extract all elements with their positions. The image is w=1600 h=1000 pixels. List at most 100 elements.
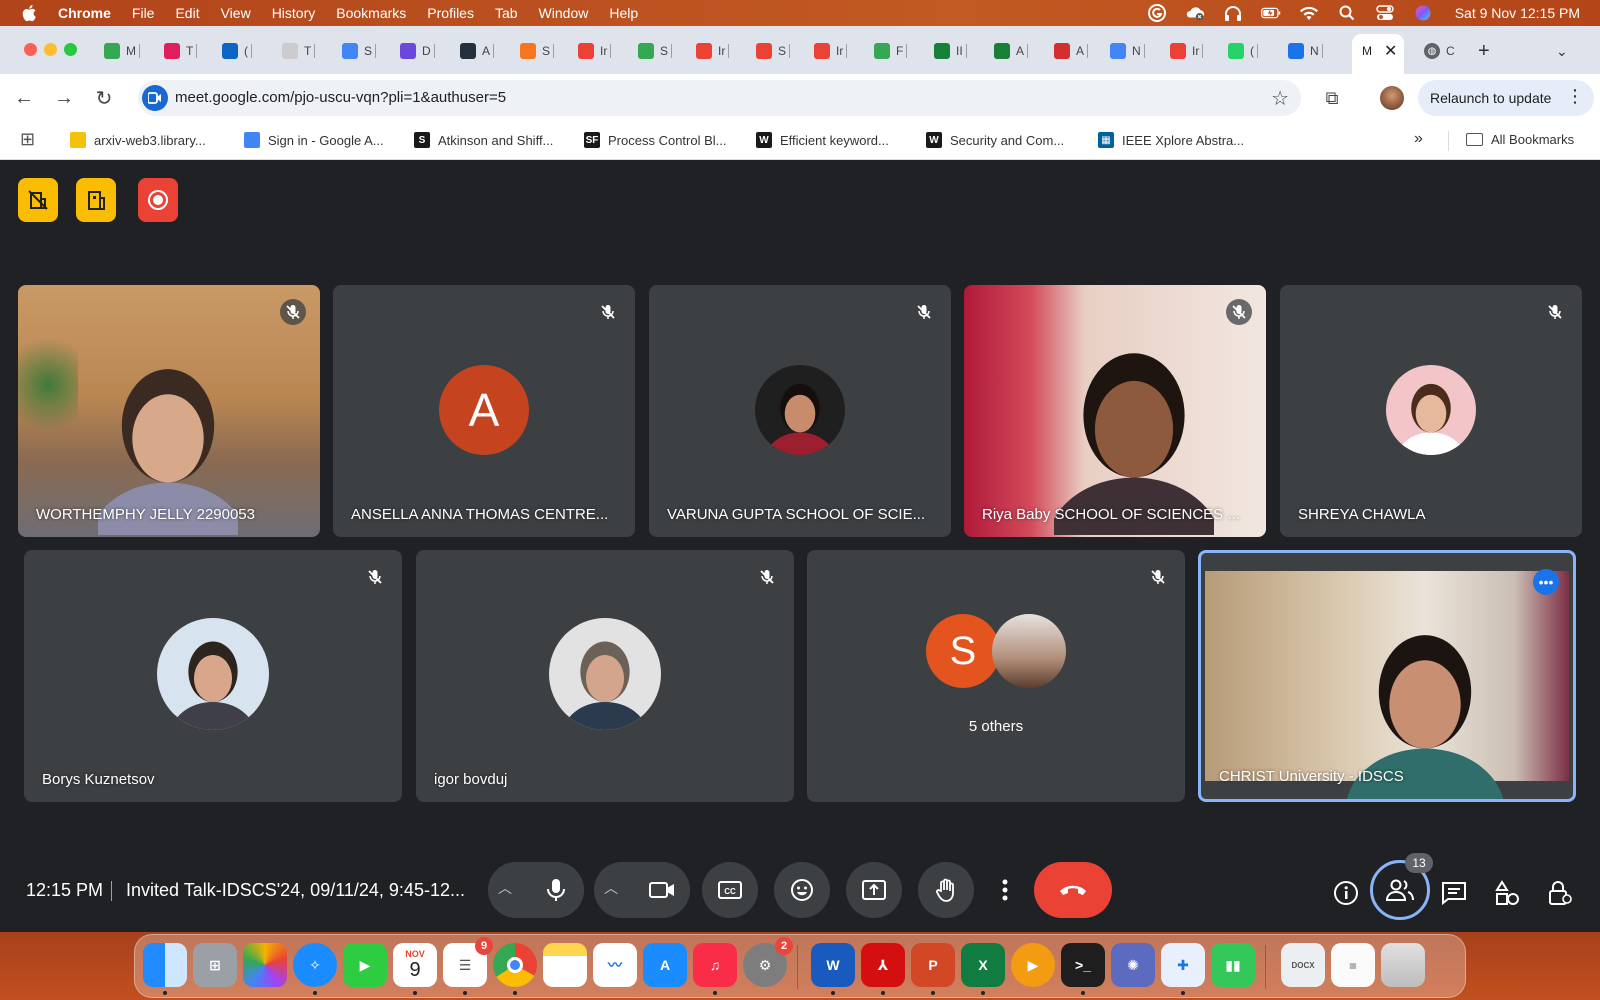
reactions-button[interactable] bbox=[774, 862, 830, 918]
bookmark-star-icon[interactable]: ☆ bbox=[1271, 86, 1289, 111]
camera-button[interactable] bbox=[634, 862, 690, 918]
raise-hand-button[interactable] bbox=[918, 862, 974, 918]
app-store-icon[interactable]: A bbox=[643, 943, 687, 987]
facetime-icon[interactable]: ▶ bbox=[343, 943, 387, 987]
bookmark-item[interactable]: SF Process Control Bl... bbox=[584, 132, 727, 148]
freeform-icon[interactable]: 〰 bbox=[593, 943, 637, 987]
system-settings-icon[interactable]: ⚙ 2 bbox=[743, 937, 793, 987]
tab-19[interactable]: ( bbox=[1228, 36, 1258, 66]
powerpoint-icon[interactable]: P bbox=[911, 943, 955, 987]
terminal-icon[interactable]: >_ bbox=[1061, 943, 1105, 987]
menu-tab[interactable]: Tab bbox=[495, 5, 518, 21]
vlc-player-icon[interactable]: ▶ bbox=[1011, 943, 1055, 987]
tab-9[interactable]: S bbox=[638, 36, 673, 66]
bookmarks-overflow-icon[interactable]: » bbox=[1414, 130, 1423, 148]
tab-18[interactable]: Ir bbox=[1170, 36, 1204, 66]
wifi-icon[interactable] bbox=[1299, 5, 1319, 21]
menu-help[interactable]: Help bbox=[609, 5, 638, 21]
menu-bookmarks[interactable]: Bookmarks bbox=[336, 5, 406, 21]
tab-20[interactable]: N bbox=[1288, 36, 1323, 66]
acrobat-icon[interactable]: ⅄ bbox=[861, 943, 905, 987]
more-options-icon[interactable] bbox=[990, 862, 1020, 918]
finder-icon[interactable] bbox=[143, 943, 187, 987]
captions-button[interactable]: CC bbox=[702, 862, 758, 918]
tab-1[interactable]: T bbox=[164, 36, 198, 66]
tab-6[interactable]: A bbox=[460, 36, 495, 66]
numbers-icon[interactable]: ▮▮ bbox=[1211, 943, 1255, 987]
bookmark-item[interactable]: S Atkinson and Shiff... bbox=[414, 132, 553, 148]
bookmark-item[interactable]: Sign in - Google A... bbox=[244, 132, 384, 148]
safari-icon[interactable]: ✧ bbox=[293, 943, 337, 987]
apple-icon[interactable] bbox=[20, 3, 40, 23]
menu-window[interactable]: Window bbox=[539, 5, 589, 21]
host-controls-lock-icon[interactable] bbox=[1545, 878, 1575, 908]
chrome-icon[interactable] bbox=[493, 943, 537, 987]
participant-tile[interactable]: igor bovduj bbox=[416, 550, 794, 802]
recording-indicator-icon[interactable] bbox=[138, 178, 178, 222]
tab-15[interactable]: A bbox=[994, 36, 1029, 66]
tab-10[interactable]: Ir bbox=[696, 36, 730, 66]
mic-options-chevron-icon[interactable]: ︿ bbox=[498, 878, 512, 898]
photos-icon[interactable] bbox=[243, 943, 287, 987]
trash-icon[interactable] bbox=[1381, 943, 1425, 987]
apps-grid-icon[interactable]: ⊞ bbox=[20, 129, 35, 150]
participant-tile[interactable]: SHREYA CHAWLA bbox=[1280, 285, 1582, 537]
menubar-clock[interactable]: Sat 9 Nov 12:15 PM bbox=[1455, 5, 1580, 21]
docx-file-icon[interactable]: DOCX bbox=[1281, 943, 1325, 987]
grammarly-icon[interactable] bbox=[1147, 4, 1167, 22]
tab-11[interactable]: S bbox=[756, 36, 791, 66]
reminders-icon[interactable]: ☰ 9 bbox=[443, 937, 493, 987]
menu-file[interactable]: File bbox=[132, 5, 155, 21]
notes-icon[interactable] bbox=[543, 943, 587, 987]
tab-search-chevron-icon[interactable]: ⌄ bbox=[1556, 36, 1568, 66]
music-icon[interactable]: ♫ bbox=[693, 943, 737, 987]
profile-avatar[interactable] bbox=[1380, 86, 1404, 110]
meeting-title[interactable]: Invited Talk-IDSCS'24, 09/11/24, 9:45-12… bbox=[126, 880, 465, 901]
chat-icon[interactable] bbox=[1439, 878, 1469, 908]
excel-icon[interactable]: X bbox=[961, 943, 1005, 987]
window-close-button[interactable] bbox=[24, 43, 37, 56]
all-bookmarks-button[interactable]: All Bookmarks bbox=[1466, 132, 1574, 147]
bookmark-item[interactable]: ▦ IEEE Xplore Abstra... bbox=[1098, 132, 1244, 148]
bookmark-item[interactable]: W Efficient keyword... bbox=[756, 132, 889, 148]
relaunch-to-update-button[interactable]: Relaunch to update ⋮ bbox=[1418, 80, 1594, 116]
camera-options-chevron-icon[interactable]: ︿ bbox=[604, 878, 618, 898]
chatgpt-icon[interactable]: ✺ bbox=[1111, 943, 1155, 987]
microphone-button[interactable] bbox=[528, 862, 584, 918]
tab-13[interactable]: F bbox=[874, 36, 908, 66]
menu-history[interactable]: History bbox=[272, 5, 316, 21]
tab-17[interactable]: N bbox=[1110, 36, 1145, 66]
new-tab-button[interactable]: + bbox=[1478, 36, 1490, 66]
back-arrow-icon[interactable]: ← bbox=[12, 86, 36, 110]
window-minimize-button[interactable] bbox=[44, 43, 57, 56]
downloads-stack-icon[interactable]: ▦ bbox=[1331, 943, 1375, 987]
participant-tile[interactable]: S 5 others bbox=[807, 550, 1185, 802]
tab-7[interactable]: S bbox=[520, 36, 555, 66]
participant-tile[interactable]: WORTHEMPHY JELLY 2290053 bbox=[18, 285, 320, 537]
chrome-menu-icon[interactable]: ⋮ bbox=[1566, 86, 1584, 107]
launchpad-icon[interactable]: ⊞ bbox=[193, 943, 237, 987]
calendar-icon[interactable]: NOV 9 bbox=[393, 943, 437, 987]
tile-more-options-icon[interactable]: ••• bbox=[1533, 569, 1559, 595]
tab-0[interactable]: M bbox=[104, 36, 140, 66]
participant-tile[interactable]: Riya Baby SCHOOL OF SCIENCES ... bbox=[964, 285, 1266, 537]
tab-close-icon[interactable]: ✕ bbox=[1384, 41, 1397, 61]
control-center-icon[interactable] bbox=[1375, 5, 1395, 21]
companion-mode-icon[interactable] bbox=[76, 178, 116, 222]
activities-icon[interactable] bbox=[1492, 878, 1522, 908]
address-bar[interactable]: meet.google.com/pjo-uscu-vqn?pli=1&authu… bbox=[138, 80, 1301, 116]
meeting-info-icon[interactable] bbox=[1331, 878, 1361, 908]
tab-12[interactable]: Ir bbox=[814, 36, 848, 66]
leave-call-button[interactable] bbox=[1034, 862, 1112, 918]
forward-arrow-icon[interactable]: → bbox=[52, 86, 76, 110]
tab-active-meet[interactable]: M ✕ bbox=[1352, 34, 1404, 74]
participant-tile[interactable]: VARUNA GUPTA SCHOOL OF SCIE... bbox=[649, 285, 951, 537]
menu-profiles[interactable]: Profiles bbox=[427, 5, 474, 21]
battery-charging-icon[interactable] bbox=[1260, 5, 1281, 21]
tab-3[interactable]: T bbox=[282, 36, 316, 66]
tab-8[interactable]: Ir bbox=[578, 36, 612, 66]
tab-2[interactable]: ( bbox=[222, 36, 252, 66]
tab-14[interactable]: II bbox=[934, 36, 967, 66]
menu-edit[interactable]: Edit bbox=[175, 5, 199, 21]
siri-icon[interactable] bbox=[1413, 5, 1433, 21]
